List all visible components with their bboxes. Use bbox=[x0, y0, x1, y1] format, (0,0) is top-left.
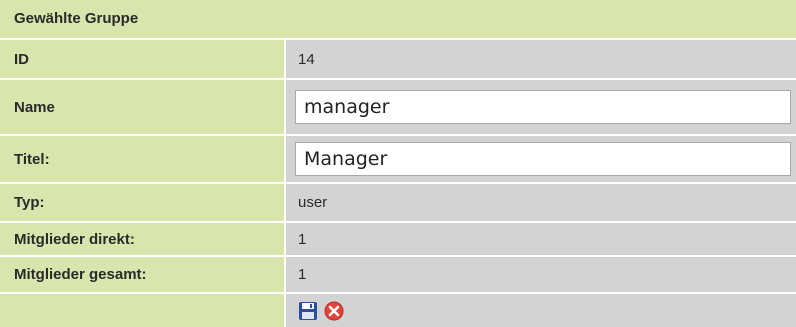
panel-title: Gewählte Gruppe bbox=[0, 0, 796, 40]
name-input[interactable] bbox=[295, 90, 791, 124]
members-direct-value: 1 bbox=[286, 223, 796, 255]
title-input[interactable] bbox=[295, 142, 791, 176]
members-total-value: 1 bbox=[286, 257, 796, 292]
row-name: Name bbox=[0, 80, 796, 134]
id-value: 14 bbox=[286, 40, 796, 78]
selected-group-panel: Gewählte Gruppe ID 14 Name Titel: Typ: u… bbox=[0, 0, 796, 327]
row-title: Titel: bbox=[0, 136, 796, 182]
type-value: user bbox=[286, 184, 796, 221]
id-label: ID bbox=[0, 40, 284, 78]
title-value-cell bbox=[286, 136, 796, 182]
type-label: Typ: bbox=[0, 184, 284, 221]
red-x-circle-icon bbox=[324, 301, 344, 320]
row-type: Typ: user bbox=[0, 184, 796, 221]
actions-cell bbox=[286, 294, 796, 327]
title-label: Titel: bbox=[0, 136, 284, 182]
row-id: ID 14 bbox=[0, 40, 796, 78]
cancel-button[interactable] bbox=[324, 301, 344, 321]
members-total-label: Mitglieder gesamt: bbox=[0, 257, 284, 292]
members-direct-label: Mitglieder direkt: bbox=[0, 223, 284, 255]
actions-label-cell bbox=[0, 294, 284, 327]
row-actions bbox=[0, 294, 796, 327]
row-members-total: Mitglieder gesamt: 1 bbox=[0, 257, 796, 292]
save-button[interactable] bbox=[298, 301, 318, 321]
row-members-direct: Mitglieder direkt: 1 bbox=[0, 223, 796, 255]
name-value-cell bbox=[286, 80, 796, 134]
floppy-disk-icon bbox=[299, 301, 317, 320]
name-label: Name bbox=[0, 80, 284, 134]
